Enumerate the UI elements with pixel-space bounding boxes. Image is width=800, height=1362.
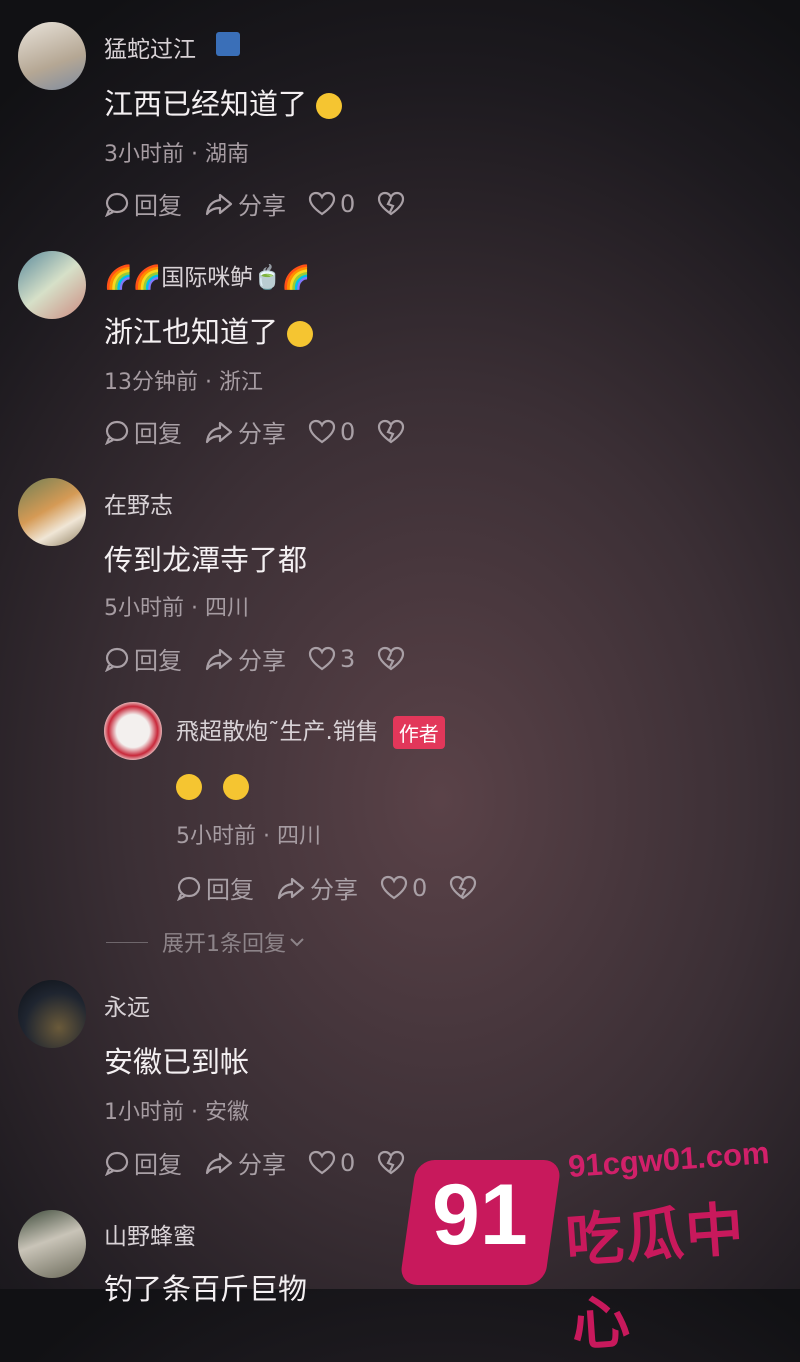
comment-actions: 回复 分享 0 — [104, 1145, 431, 1180]
share-icon — [205, 421, 233, 443]
username[interactable]: 永远 — [104, 988, 150, 1022]
reply-icon — [105, 647, 129, 672]
like-button[interactable]: 0 — [308, 418, 355, 446]
comment-text: 传到龙潭寺了都 — [104, 543, 308, 577]
reply-icon — [177, 876, 201, 901]
reply-button[interactable]: 回复 — [104, 414, 182, 449]
username[interactable]: 在野志 — [104, 486, 173, 520]
avatar[interactable] — [18, 478, 86, 546]
share-icon — [205, 1152, 233, 1174]
comment-text: 安徽已到帐 — [104, 1045, 250, 1079]
avatar[interactable] — [18, 251, 86, 319]
divider — [106, 941, 148, 943]
share-button[interactable]: 分享 — [204, 641, 286, 676]
username[interactable]: 猛蛇过江 — [104, 30, 196, 64]
author-badge: 作者 — [392, 716, 445, 749]
share-button[interactable]: 分享 — [204, 186, 286, 221]
reply-button[interactable]: 回复 — [104, 641, 182, 676]
laughing-emoji-icon — [176, 774, 202, 800]
share-button[interactable]: 分享 — [276, 870, 358, 905]
comment-actions: 回复 分享 0 — [104, 186, 431, 221]
like-button[interactable]: 3 — [308, 645, 355, 673]
reply-button[interactable]: 回复 — [104, 186, 182, 221]
chevron-down-icon — [290, 938, 304, 947]
username: 飛超散炮˜生产.销售 作者 — [176, 712, 445, 749]
comment-actions: 回复 分享 3 — [104, 641, 431, 676]
thinking-emoji-icon — [316, 93, 343, 119]
heart-icon — [308, 646, 336, 670]
watermark-logo: 91 91cgw01.com 吃瓜中心 — [399, 1135, 800, 1359]
share-icon — [277, 877, 305, 899]
broken-heart-icon — [378, 1150, 405, 1174]
share-icon — [205, 648, 233, 670]
username[interactable]: 🌈🌈国际咪鲈🍵🌈 — [104, 258, 311, 292]
reply-button[interactable]: 回复 — [176, 870, 254, 905]
dislike-button[interactable] — [377, 191, 409, 217]
comment-text: 钓了条百斤巨物 — [104, 1272, 308, 1306]
expand-replies-button[interactable]: 展开1条回复 — [106, 926, 306, 958]
comment-meta: 5小时前 · 四川 — [176, 824, 321, 849]
heart-icon — [308, 419, 336, 443]
share-button[interactable]: 分享 — [204, 414, 286, 449]
comment-text: 浙江也知道了 — [104, 309, 314, 351]
like-button[interactable]: 0 — [380, 874, 427, 902]
heart-icon — [308, 191, 336, 215]
comment-text — [176, 768, 250, 802]
share-icon — [205, 193, 233, 215]
comment-meta: 3小时前 · 湖南 — [104, 142, 249, 167]
logo-url: 91cgw01.com — [566, 1135, 771, 1184]
broken-heart-icon — [378, 646, 405, 670]
laughing-emoji-icon — [223, 774, 250, 800]
username[interactable]: 山野蜂蜜 — [104, 1217, 196, 1251]
comment-actions: 回复 分享 0 — [176, 870, 503, 905]
avatar[interactable] — [18, 980, 86, 1048]
dislike-button[interactable] — [449, 875, 481, 901]
dislike-button[interactable] — [377, 1150, 409, 1176]
comment-meta: 5小时前 · 四川 — [104, 596, 249, 621]
broken-heart-icon — [378, 191, 405, 215]
sleepy-emoji-icon — [287, 321, 314, 347]
avatar[interactable] — [104, 702, 162, 760]
dislike-button[interactable] — [377, 646, 409, 672]
logo-text: 吃瓜中心 — [563, 1194, 748, 1359]
like-button[interactable]: 0 — [308, 190, 355, 218]
badge-icon — [216, 32, 240, 56]
comment-meta: 1小时前 · 安徽 — [104, 1100, 249, 1125]
reply-icon — [105, 192, 129, 217]
comment-actions: 回复 分享 0 — [104, 414, 431, 449]
dislike-button[interactable] — [377, 419, 409, 445]
avatar[interactable] — [18, 1210, 86, 1278]
comment-meta: 13分钟前 · 浙江 — [104, 370, 263, 395]
reply-button[interactable]: 回复 — [104, 1145, 182, 1180]
heart-icon — [308, 1150, 336, 1174]
comment-text: 江西已经知道了 — [104, 81, 343, 123]
share-button[interactable]: 分享 — [204, 1145, 286, 1180]
logo-number: 91 — [432, 1167, 528, 1263]
reply-icon — [105, 1151, 129, 1176]
heart-icon — [380, 875, 408, 899]
avatar[interactable] — [18, 22, 86, 90]
reply-icon — [105, 420, 129, 445]
like-button[interactable]: 0 — [308, 1149, 355, 1177]
broken-heart-icon — [450, 875, 477, 899]
broken-heart-icon — [378, 419, 405, 443]
